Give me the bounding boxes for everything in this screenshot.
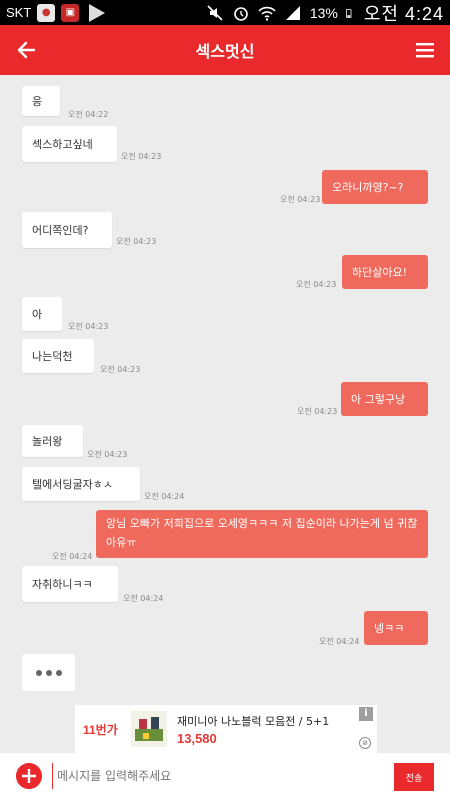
message-text: 아 그렇구낭 bbox=[351, 393, 406, 406]
typing-dot bbox=[35, 669, 42, 676]
message-text: 섹스하고싶네 bbox=[32, 138, 93, 151]
notification-app-icon: ● bbox=[37, 3, 56, 22]
back-arrow-icon[interactable] bbox=[14, 37, 40, 63]
message-text: 자취하니ㅋㅋ bbox=[32, 578, 93, 591]
message-text: 나는덕천 bbox=[32, 350, 73, 363]
message-time: 오전 04:23 bbox=[297, 407, 338, 416]
message-time: 오전 04:23 bbox=[121, 152, 162, 161]
typing-dot bbox=[55, 669, 62, 676]
message-text: 응 bbox=[32, 95, 43, 108]
message-time: 오전 04:23 bbox=[100, 365, 141, 374]
message-time: 오전 04:22 bbox=[68, 110, 109, 119]
status-bar: SKT ● ▣ 13% 오전 4:24 bbox=[0, 0, 450, 25]
incoming-message[interactable]: 놀러왕 bbox=[22, 425, 83, 457]
message-time: 오전 04:23 bbox=[116, 237, 157, 246]
mute-icon bbox=[207, 4, 223, 21]
outgoing-message[interactable]: 넹ㅋㅋ bbox=[364, 611, 428, 645]
carrier-label: SKT bbox=[6, 5, 32, 20]
ad-choices-icon[interactable]: ⊘ bbox=[359, 737, 371, 749]
ad-price: 13,580 bbox=[177, 730, 217, 746]
typing-dot bbox=[45, 669, 52, 676]
incoming-message[interactable]: 섹스하고싶네 bbox=[22, 126, 117, 162]
message-text: 텔에서딩굴자ㅎㅅ bbox=[32, 478, 113, 491]
add-attachment-button[interactable] bbox=[16, 763, 42, 789]
send-button[interactable]: 전송 bbox=[394, 763, 434, 791]
notification-app-icon: ▣ bbox=[61, 3, 80, 22]
typing-indicator bbox=[22, 654, 75, 691]
incoming-message[interactable]: 나는덕천 bbox=[22, 339, 94, 373]
message-text: 어디쪽인데? bbox=[32, 224, 89, 237]
message-time: 오전 04:23 bbox=[68, 322, 109, 331]
ad-logo: 11번가 bbox=[83, 722, 118, 737]
message-text: 넹ㅋㅋ bbox=[374, 622, 405, 635]
ad-banner[interactable]: 11번가 재미니아 나노블럭 모음전 / 5+1 13,580 i ⊘ bbox=[75, 705, 377, 753]
ad-title: 재미니아 나노블럭 모음전 / 5+1 bbox=[177, 714, 330, 728]
alarm-icon bbox=[234, 6, 248, 21]
message-time: 오전 04:23 bbox=[87, 450, 128, 459]
outgoing-message[interactable]: 하단살아요! bbox=[342, 255, 428, 289]
battery-percent: 13% bbox=[309, 4, 338, 21]
message-text: 앙님 오빠가 저희집으로 오세영ㅋㅋㅋ 저 집순이라 나가는게 넘 귀찮아유ㅠ bbox=[106, 517, 418, 549]
clock: 오전 4:24 bbox=[363, 3, 444, 24]
message-time: 오전 04:24 bbox=[123, 594, 164, 603]
message-time: 오전 04:24 bbox=[319, 637, 360, 646]
message-text: 아 bbox=[32, 308, 43, 321]
message-text: 오라니까영?~? bbox=[332, 181, 404, 194]
chat-message-list[interactable]: 응 오전 04:22 섹스하고싶네 오전 04:23 오라니까영?~? 오전 0… bbox=[0, 75, 450, 697]
message-time: 오전 04:23 bbox=[296, 280, 337, 289]
incoming-message[interactable]: 자취하니ㅋㅋ bbox=[22, 566, 118, 602]
play-icon bbox=[89, 3, 106, 22]
incoming-message[interactable]: 텔에서딩굴자ㅎㅅ bbox=[22, 467, 140, 501]
incoming-message[interactable]: 응 bbox=[22, 86, 60, 116]
message-time: 오전 04:24 bbox=[144, 492, 185, 501]
ad-info-icon[interactable]: i bbox=[359, 707, 373, 721]
incoming-message[interactable]: 아 bbox=[22, 297, 62, 331]
message-text: 하단살아요! bbox=[352, 266, 408, 279]
wifi-icon bbox=[258, 6, 276, 21]
incoming-message[interactable]: 어디쪽인데? bbox=[22, 212, 112, 248]
signal-icon bbox=[285, 5, 300, 20]
battery-icon bbox=[346, 8, 352, 18]
message-time: 오전 04:24 bbox=[52, 552, 93, 561]
outgoing-message[interactable]: 앙님 오빠가 저희집으로 오세영ㅋㅋㅋ 저 집순이라 나가는게 넘 귀찮아유ㅠ bbox=[96, 510, 428, 558]
outgoing-message[interactable]: 오라니까영?~? bbox=[322, 170, 428, 204]
menu-icon[interactable] bbox=[416, 41, 434, 59]
outgoing-message[interactable]: 아 그렇구낭 bbox=[341, 382, 428, 416]
message-text: 놀러왕 bbox=[32, 435, 63, 448]
ad-product-image bbox=[131, 711, 167, 747]
app-header: 섹스멋신 bbox=[0, 25, 450, 75]
message-input[interactable] bbox=[52, 763, 382, 789]
message-time: 오전 04:23 bbox=[280, 195, 321, 204]
message-input-bar: 전송 bbox=[0, 753, 450, 800]
chat-title: 섹스멋신 bbox=[195, 42, 255, 61]
